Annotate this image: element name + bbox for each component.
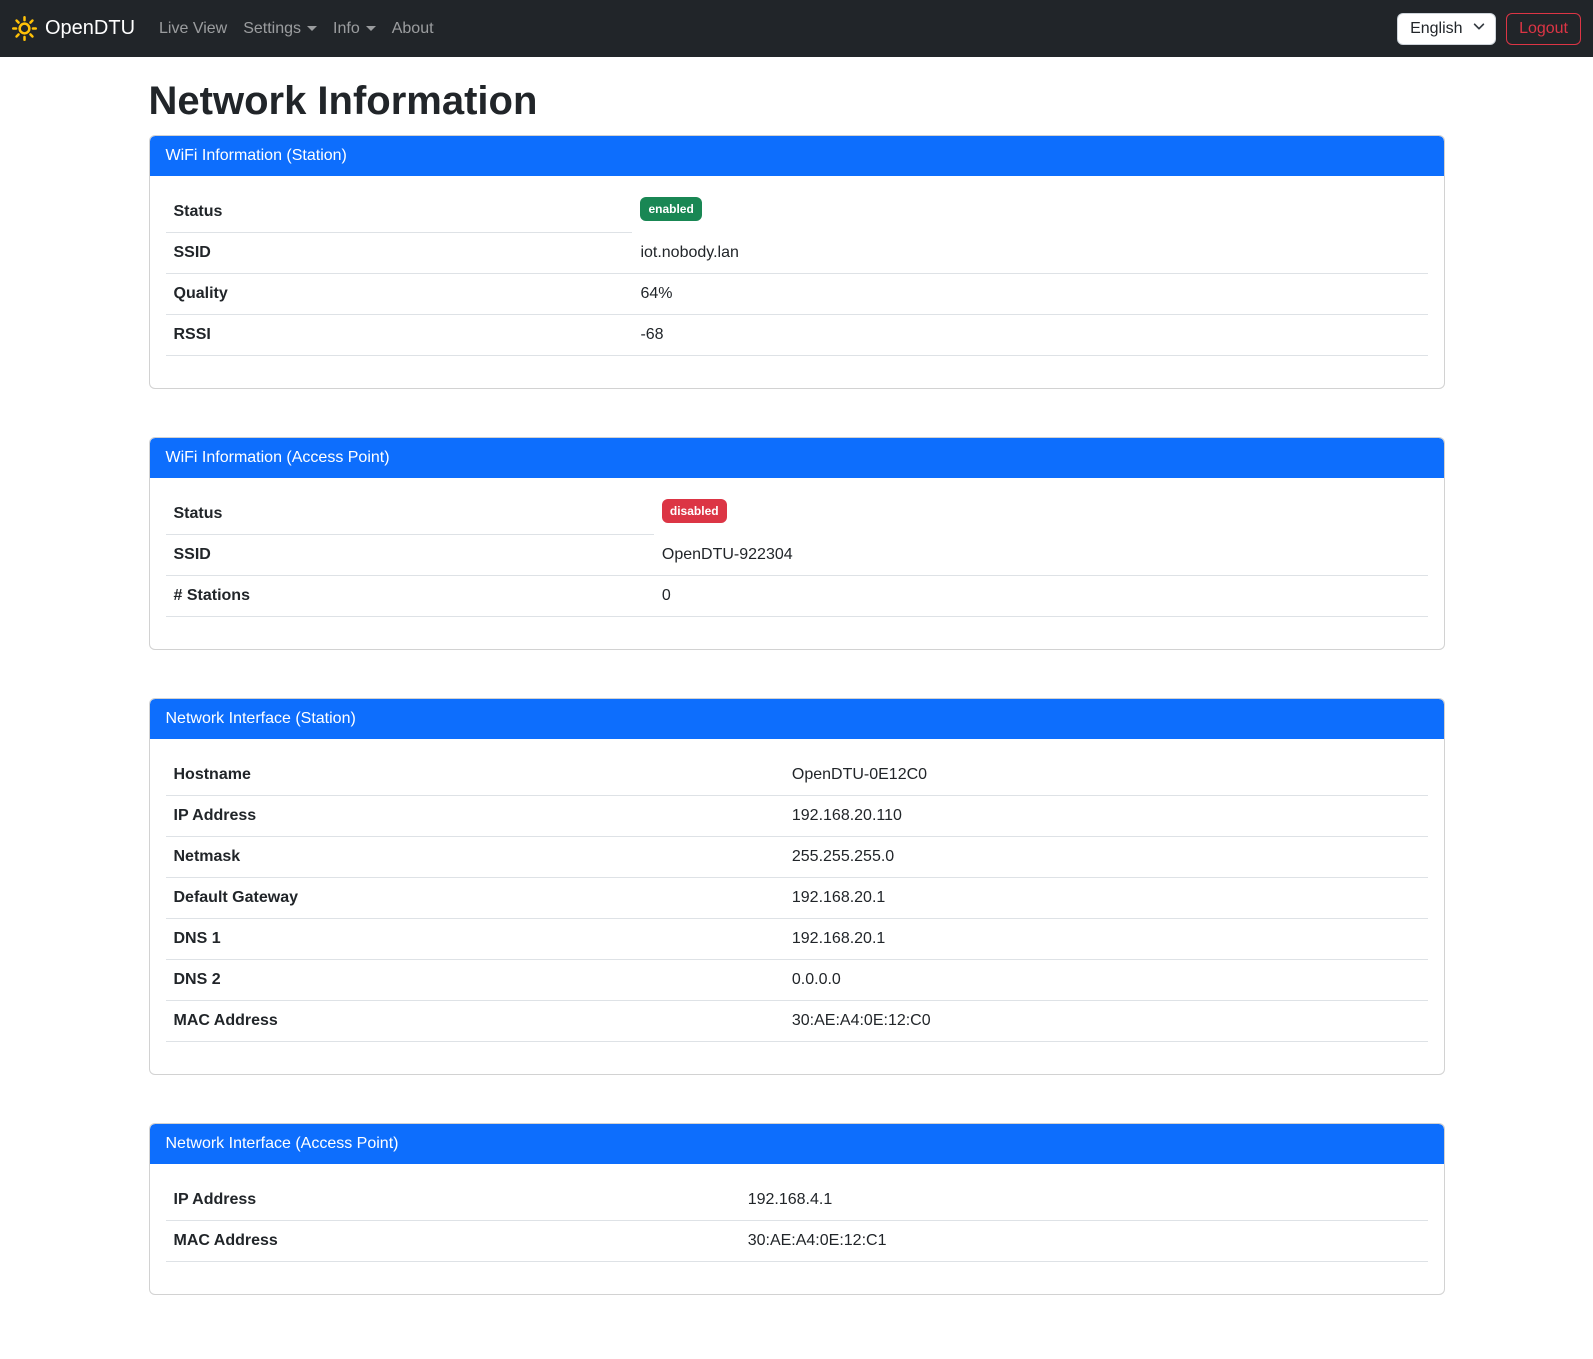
table-row: Quality 64%: [166, 274, 1428, 315]
row-label: Quality: [166, 274, 633, 315]
card-body: IP Address 192.168.4.1 MAC Address 30:AE…: [150, 1164, 1444, 1294]
table-row: IP Address 192.168.20.110: [166, 796, 1428, 837]
nav-item-settings[interactable]: Settings: [235, 12, 325, 46]
brand-label: OpenDTU: [45, 17, 135, 40]
main-content: Network Information WiFi Information (St…: [137, 57, 1457, 1295]
nav-item-label: Settings: [243, 20, 301, 38]
row-value: 0.0.0.0: [784, 960, 1428, 1001]
page-title: Network Information: [149, 77, 1445, 125]
row-label: MAC Address: [166, 1221, 740, 1262]
row-value: disabled: [654, 494, 1428, 535]
row-label: Status: [166, 494, 654, 535]
card-body: Status enabled SSID iot.nobody.lan Quali…: [150, 176, 1444, 388]
navbar-left: OpenDTU Live View Settings Info About: [12, 12, 442, 46]
table-row: SSID OpenDTU-922304: [166, 535, 1428, 576]
row-value: iot.nobody.lan: [632, 233, 1427, 274]
row-value: 30:AE:A4:0E:12:C1: [740, 1221, 1428, 1262]
row-value: 192.168.20.1: [784, 919, 1428, 960]
table-row: MAC Address 30:AE:A4:0E:12:C1: [166, 1221, 1428, 1262]
card-header: Network Interface (Station): [150, 699, 1444, 739]
table-row: # Stations 0: [166, 576, 1428, 617]
row-label: Status: [166, 192, 633, 233]
row-label: # Stations: [166, 576, 654, 617]
table-row: DNS 1 192.168.20.1: [166, 919, 1428, 960]
row-value: 192.168.20.1: [784, 878, 1428, 919]
navbar-right: English Logout: [1397, 13, 1581, 45]
row-value: 0: [654, 576, 1428, 617]
info-table: Status disabled SSID OpenDTU-922304 # St…: [166, 494, 1428, 617]
table-row: RSSI -68: [166, 315, 1428, 356]
sun-icon: [12, 16, 37, 41]
row-label: SSID: [166, 233, 633, 274]
row-label: MAC Address: [166, 1001, 784, 1042]
nav-item-label: Live View: [159, 20, 227, 38]
brand-link[interactable]: OpenDTU: [12, 16, 135, 41]
card-body: Hostname OpenDTU-0E12C0 IP Address 192.1…: [150, 739, 1444, 1074]
row-value: 192.168.20.110: [784, 796, 1428, 837]
row-value: -68: [632, 315, 1427, 356]
table-row: Hostname OpenDTU-0E12C0: [166, 755, 1428, 796]
row-value: 255.255.255.0: [784, 837, 1428, 878]
nav-item-label: About: [392, 20, 434, 38]
row-value: OpenDTU-922304: [654, 535, 1428, 576]
chevron-down-icon: [307, 26, 317, 31]
chevron-down-icon: [366, 26, 376, 31]
info-table: IP Address 192.168.4.1 MAC Address 30:AE…: [166, 1180, 1428, 1262]
row-label: Hostname: [166, 755, 784, 796]
nav-item-label: Info: [333, 20, 360, 38]
row-label: IP Address: [166, 796, 784, 837]
table-row: DNS 2 0.0.0.0: [166, 960, 1428, 1001]
nav-item-live-view[interactable]: Live View: [151, 12, 235, 46]
nav-links: Live View Settings Info About: [151, 12, 442, 46]
language-select-wrap: English: [1397, 13, 1496, 45]
row-value: 30:AE:A4:0E:12:C0: [784, 1001, 1428, 1042]
card-body: Status disabled SSID OpenDTU-922304 # St…: [150, 478, 1444, 649]
language-select[interactable]: English: [1397, 13, 1496, 45]
table-row: Default Gateway 192.168.20.1: [166, 878, 1428, 919]
card-header: WiFi Information (Station): [150, 136, 1444, 176]
info-card: WiFi Information (Access Point) Status d…: [149, 437, 1445, 650]
row-value: enabled: [632, 192, 1427, 233]
row-label: RSSI: [166, 315, 633, 356]
row-label: Default Gateway: [166, 878, 784, 919]
row-label: DNS 1: [166, 919, 784, 960]
info-table: Status enabled SSID iot.nobody.lan Quali…: [166, 192, 1428, 356]
info-card: WiFi Information (Station) Status enable…: [149, 135, 1445, 389]
card-header: WiFi Information (Access Point): [150, 438, 1444, 478]
cards: WiFi Information (Station) Status enable…: [149, 135, 1445, 1295]
table-row: MAC Address 30:AE:A4:0E:12:C0: [166, 1001, 1428, 1042]
logout-button[interactable]: Logout: [1506, 13, 1581, 45]
row-label: IP Address: [166, 1180, 740, 1221]
table-row: IP Address 192.168.4.1: [166, 1180, 1428, 1221]
row-label: Netmask: [166, 837, 784, 878]
row-label: SSID: [166, 535, 654, 576]
table-row: Status disabled: [166, 494, 1428, 535]
row-value: 192.168.4.1: [740, 1180, 1428, 1221]
row-value: 64%: [632, 274, 1427, 315]
row-value: OpenDTU-0E12C0: [784, 755, 1428, 796]
status-badge: enabled: [640, 197, 701, 221]
info-card: Network Interface (Access Point) IP Addr…: [149, 1123, 1445, 1295]
nav-item-info[interactable]: Info: [325, 12, 384, 46]
card-header: Network Interface (Access Point): [150, 1124, 1444, 1164]
info-card: Network Interface (Station) Hostname Ope…: [149, 698, 1445, 1075]
info-table: Hostname OpenDTU-0E12C0 IP Address 192.1…: [166, 755, 1428, 1042]
table-row: Netmask 255.255.255.0: [166, 837, 1428, 878]
table-row: Status enabled: [166, 192, 1428, 233]
row-label: DNS 2: [166, 960, 784, 1001]
status-badge: disabled: [662, 499, 727, 523]
table-row: SSID iot.nobody.lan: [166, 233, 1428, 274]
nav-item-about[interactable]: About: [384, 12, 442, 46]
navbar: OpenDTU Live View Settings Info About En…: [0, 0, 1593, 57]
